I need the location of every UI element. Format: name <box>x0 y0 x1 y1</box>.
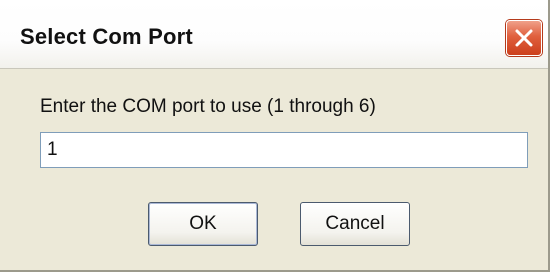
dialog-title: Select Com Port <box>20 24 193 49</box>
com-port-input[interactable] <box>40 132 528 168</box>
ok-button[interactable]: OK <box>148 202 258 246</box>
close-button[interactable] <box>506 20 542 56</box>
select-com-port-dialog: Select Com Port Enter the COM port to us… <box>0 0 550 272</box>
com-port-prompt: Enter the COM port to use (1 through 6) <box>40 96 376 117</box>
title-bar[interactable]: Select Com Port <box>0 0 548 69</box>
cancel-button[interactable]: Cancel <box>300 202 410 246</box>
close-icon <box>515 29 533 47</box>
